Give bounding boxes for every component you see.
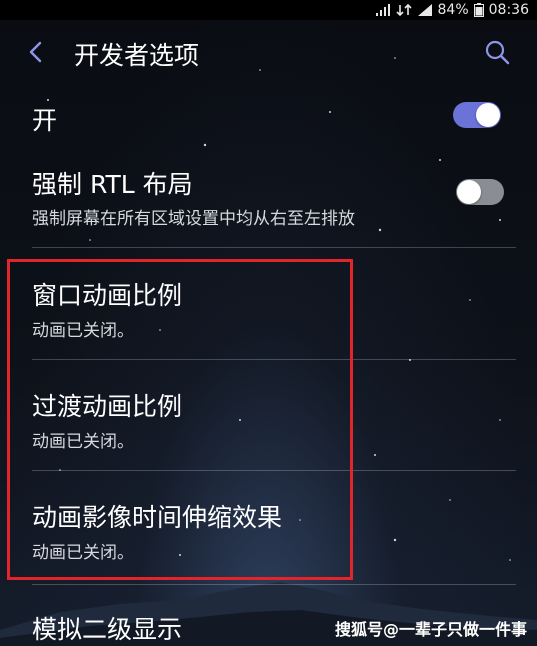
toggle-knob <box>457 180 481 204</box>
data-transfer-icon <box>395 3 412 17</box>
app-bar: 开发者选项 <box>0 28 537 78</box>
divider <box>32 247 516 248</box>
back-arrow-icon[interactable] <box>22 38 50 66</box>
divider <box>32 584 516 585</box>
setting-subtitle: 强制屏幕在所有区域设置中均从右至左排放 <box>32 209 355 229</box>
battery-percentage: 84% <box>437 2 469 18</box>
status-time: 08:36 <box>488 2 529 18</box>
master-switch-label: 开 <box>32 106 58 135</box>
setting-title: 强制 RTL 布局 <box>32 170 193 199</box>
rtl-toggle-switch[interactable] <box>456 179 504 205</box>
battery-icon <box>473 3 484 17</box>
master-switch-row[interactable]: 开 <box>0 96 537 140</box>
toggle-knob <box>476 103 500 127</box>
search-icon[interactable] <box>483 38 511 66</box>
setting-row-force-rtl[interactable]: 强制 RTL 布局 强制屏幕在所有区域设置中均从右至左排放 <box>0 160 537 244</box>
page-title: 开发者选项 <box>74 41 200 70</box>
setting-title: 模拟二级显示 <box>32 615 183 644</box>
status-bar: 84% 08:36 <box>0 0 537 20</box>
signal-strength-icon <box>417 4 432 16</box>
master-toggle-switch[interactable] <box>453 102 501 128</box>
red-highlight-box <box>7 259 353 580</box>
signal-icon <box>375 4 390 16</box>
watermark-text: 搜狐号@一辈子只做一件事 <box>335 620 528 639</box>
